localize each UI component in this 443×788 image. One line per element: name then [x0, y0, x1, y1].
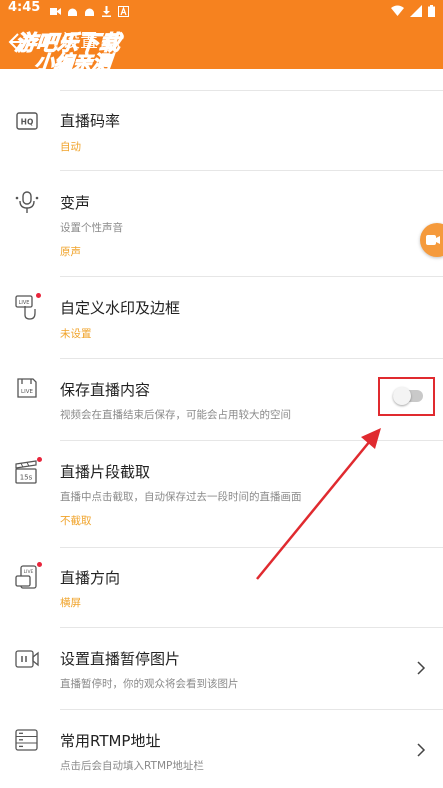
status-time: 4:45	[8, 0, 41, 15]
watermark-frame-icon: LIVE	[14, 294, 40, 320]
setting-title: 直播方向	[60, 569, 121, 587]
svg-text:LIVE: LIVE	[21, 389, 33, 395]
setting-pause-image[interactable]: 设置直播暂停图片 直播暂停时，你的观众将会看到该图片	[0, 628, 443, 710]
setting-description: 设置个性声音	[60, 222, 123, 234]
hq-icon: HQ	[14, 108, 40, 134]
video-icon	[50, 2, 61, 15]
setting-voice-change[interactable]: 变声 设置个性声音 原声	[0, 171, 443, 277]
setting-value: 不截取	[60, 515, 92, 527]
setting-title: 设置直播暂停图片	[60, 650, 181, 668]
setting-save-live[interactable]: LIVE 保存直播内容 视频会在直播结束后保存，可能会占用较大的空间	[0, 359, 443, 441]
chevron-right-icon	[415, 660, 427, 676]
setting-title: 保存直播内容	[60, 381, 151, 399]
setting-description: 直播中点击截取，自动保存过去一段时间的直播画面	[60, 491, 302, 503]
setting-title: 直播片段截取	[60, 463, 151, 481]
status-bar: 4:45	[0, 0, 443, 17]
app-bar: 设置 游吧乐下载 小编亲测	[0, 17, 443, 75]
setting-title: 自定义水印及边框	[60, 299, 181, 317]
watermark-line2: 小编亲测	[33, 52, 113, 75]
setting-live-clip[interactable]: 15s 直播片段截取 直播中点击截取，自动保存过去一段时间的直播画面 不截取	[0, 441, 443, 548]
setting-bitrate[interactable]: HQ 直播码率 自动	[0, 91, 443, 171]
setting-watermark-frame[interactable]: LIVE 自定义水印及边框 未设置	[0, 277, 443, 359]
save-live-toggle[interactable]	[393, 387, 423, 405]
microphone-icon	[14, 189, 40, 215]
notification-dot	[36, 293, 41, 298]
setting-title: 常用RTMP地址	[60, 732, 161, 750]
notification-dot	[37, 562, 42, 567]
app-a-icon	[118, 2, 129, 17]
site-watermark: 游吧乐下载 小编亲测	[12, 31, 122, 75]
setting-value: 横屏	[60, 597, 81, 609]
toggle-knob	[393, 387, 411, 405]
camera-icon	[426, 232, 440, 246]
setting-title: 直播码率	[60, 112, 121, 130]
setting-title: 变声	[60, 194, 91, 212]
setting-orientation[interactable]: LIVE 直播方向 横屏	[0, 548, 443, 628]
setting-rtmp-address[interactable]: 常用RTMP地址 点击后会自动填入RTMP地址栏	[0, 710, 443, 788]
android-icon	[84, 2, 95, 16]
clip-15s-icon: 15s	[14, 459, 40, 485]
setting-value: 未设置	[60, 328, 92, 340]
svg-text:LIVE: LIVE	[19, 300, 30, 306]
toggle-highlight-box	[378, 377, 435, 416]
save-live-icon: LIVE	[14, 375, 40, 401]
svg-text:LIVE: LIVE	[24, 569, 34, 575]
setting-value: 原声	[60, 246, 81, 258]
svg-text:HQ: HQ	[21, 118, 34, 127]
rtmp-icon	[14, 727, 40, 753]
orientation-icon: LIVE	[14, 564, 40, 590]
notification-icons	[50, 2, 129, 17]
pause-image-icon	[14, 646, 40, 672]
download-icon	[101, 2, 112, 17]
setting-description: 视频会在直播结束后保存，可能会占用较大的空间	[60, 409, 291, 421]
android-icon	[67, 2, 78, 16]
setting-description: 点击后会自动填入RTMP地址栏	[60, 760, 204, 772]
chevron-right-icon	[415, 742, 427, 758]
svg-text:15s: 15s	[20, 474, 33, 482]
setting-value: 自动	[60, 141, 81, 153]
setting-description: 直播暂停时，你的观众将会看到该图片	[60, 678, 239, 690]
notification-dot	[37, 457, 42, 462]
